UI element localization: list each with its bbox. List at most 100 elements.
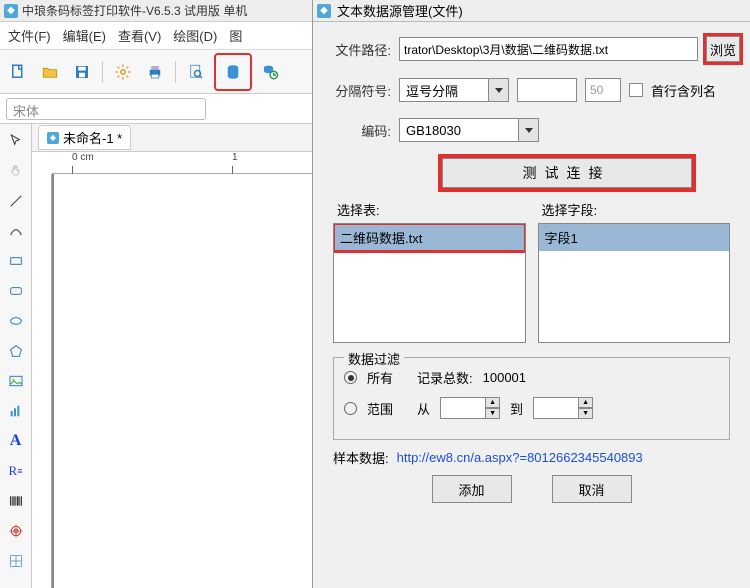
toolbar-separator [102,61,103,83]
delimiter-value: 逗号分隔 [400,81,488,100]
range-to-spinner[interactable]: ▲▼ [533,397,593,419]
target-tool[interactable] [5,520,27,542]
richtext-tool[interactable]: R≡ [5,460,27,482]
menu-file[interactable]: 文件(F) [8,26,51,45]
range-from-spinner[interactable]: ▲▼ [440,397,500,419]
data-refresh-button[interactable] [256,58,284,86]
rect-tool[interactable] [5,250,27,272]
path-label: 文件路径: [323,40,391,59]
radio-all-row: 所有 记录总数: 100001 [344,368,719,387]
browse-button[interactable]: 浏览 [706,36,740,62]
spin-up-icon[interactable]: ▲ [486,397,500,408]
dropdown-arrow-icon [518,119,538,141]
to-label: 到 [510,399,523,418]
grid-tool[interactable] [5,550,27,572]
font-family-select[interactable]: 宋体 [6,98,206,120]
select-table-label: 选择表: [337,200,526,219]
main-title: 中琅条码标签打印软件-V6.5.3 试用版 单机 [22,2,247,19]
doc-tab-label: 未命名-1 * [63,128,122,147]
spin-up-icon[interactable]: ▲ [579,397,593,408]
ellipse-tool[interactable] [5,310,27,332]
table-item[interactable]: 二维码数据.txt [334,224,525,251]
menubar: 文件(F) 编辑(E) 查看(V) 绘图(D) 图 [0,22,312,50]
filter-group: 数据过滤 所有 记录总数: 100001 范围 从 ▲▼ 到 ▲▼ [333,357,730,440]
record-count-value: 100001 [483,370,526,385]
document-tabs: ◆ 未命名-1 * [32,124,312,152]
save-button[interactable] [68,58,96,86]
cancel-button[interactable]: 取消 [552,475,632,503]
font-name: 宋体 [13,104,39,119]
encoding-select[interactable]: GB18030 [399,118,539,142]
path-input[interactable] [399,37,698,61]
radio-range[interactable] [344,402,357,415]
settings-button[interactable] [109,58,137,86]
workspace: A R≡ ◆ 未命名-1 * 0 cm 1 [0,124,312,588]
round-rect-tool[interactable] [5,280,27,302]
print-button[interactable] [141,58,169,86]
radio-range-label: 范围 [367,399,393,418]
datasource-dialog: ◆ 文本数据源管理(文件) 文件路径: 浏览 分隔符号: 逗号分隔 首行含列名 … [312,0,750,588]
doc-icon: ◆ [47,132,59,144]
open-button[interactable] [36,58,64,86]
canvas[interactable] [52,174,312,588]
text-tool[interactable]: A [5,430,27,452]
dialog-body: 文件路径: 浏览 分隔符号: 逗号分隔 首行含列名 编码: GB18030 测试… [313,22,750,503]
select-field-label: 选择字段: [542,200,731,219]
dialog-titlebar: ◆ 文本数据源管理(文件) [313,0,750,22]
menu-image-cut[interactable]: 图 [229,26,242,45]
polygon-tool[interactable] [5,340,27,362]
menu-draw[interactable]: 绘图(D) [173,26,217,45]
hand-tool[interactable] [5,160,27,182]
radio-range-row: 范围 从 ▲▼ 到 ▲▼ [344,397,719,419]
range-to-input[interactable] [533,397,579,419]
pointer-tool[interactable] [5,130,27,152]
barcode-tool[interactable] [5,490,27,512]
new-doc-button[interactable] [4,58,32,86]
radio-all[interactable] [344,371,357,384]
range-from-input[interactable] [440,397,486,419]
chart-tool[interactable] [5,400,27,422]
font-bar: 宋体 [0,94,312,124]
sample-link[interactable]: http://ew8.cn/a.aspx?=8012662345540893 [397,450,643,465]
sample-label: 样本数据: [333,448,389,467]
selectors-area: 选择表: 二维码数据.txt 选择字段: 字段1 [323,200,740,343]
menu-edit[interactable]: 编辑(E) [63,26,106,45]
encoding-row: 编码: GB18030 [323,118,740,142]
custom-delimiter-input[interactable] [517,78,577,102]
main-window: ◆ 中琅条码标签打印软件-V6.5.3 试用版 单机 文件(F) 编辑(E) 查… [0,0,312,588]
curve-tool[interactable] [5,220,27,242]
encoding-value: GB18030 [400,123,518,138]
document-tab[interactable]: ◆ 未命名-1 * [38,125,131,150]
field-item[interactable]: 字段1 [539,224,730,251]
test-button-wrap: 测试连接 [393,158,740,188]
main-titlebar: ◆ 中琅条码标签打印软件-V6.5.3 试用版 单机 [0,0,312,22]
delimiter-select[interactable]: 逗号分隔 [399,78,509,102]
delimiter-label: 分隔符号: [323,81,391,100]
spin-down-icon[interactable]: ▼ [486,408,500,419]
ruler-tick-1: 1 [232,152,238,163]
image-tool[interactable] [5,370,27,392]
toolbar [0,50,312,94]
dialog-icon: ◆ [317,4,331,18]
dialog-footer: 添加 取消 [323,475,740,503]
sample-row: 样本数据: http://ew8.cn/a.aspx?=801266234554… [333,448,730,467]
filter-legend: 数据过滤 [344,349,404,368]
encoding-label: 编码: [323,121,391,140]
field-group: 选择字段: 字段1 [538,200,731,343]
line-tool[interactable] [5,190,27,212]
canvas-body [32,174,312,588]
database-button[interactable] [214,53,252,91]
side-toolbar: A R≡ [0,124,32,588]
field-listbox[interactable]: 字段1 [538,223,731,343]
test-connection-button[interactable]: 测试连接 [442,158,692,188]
firstrow-label: 首行含列名 [651,81,716,100]
add-button[interactable]: 添加 [432,475,512,503]
firstrow-checkbox[interactable] [629,83,643,97]
menu-view[interactable]: 查看(V) [118,26,161,45]
delimiter-row: 分隔符号: 逗号分隔 首行含列名 [323,78,740,102]
record-count-label: 记录总数: [417,368,473,387]
spin-down-icon[interactable]: ▼ [579,408,593,419]
preview-button[interactable] [182,58,210,86]
canvas-area: ◆ 未命名-1 * 0 cm 1 [32,124,312,588]
table-listbox[interactable]: 二维码数据.txt [333,223,526,343]
